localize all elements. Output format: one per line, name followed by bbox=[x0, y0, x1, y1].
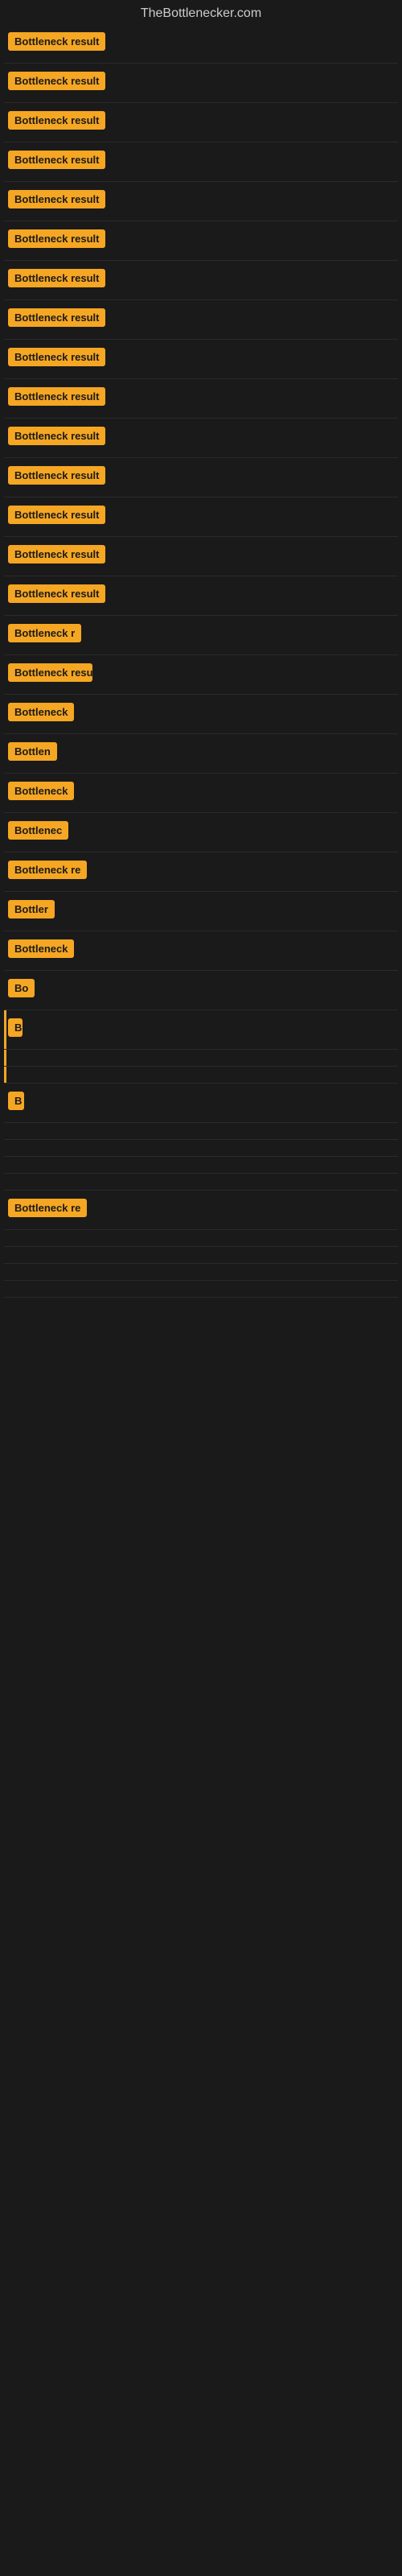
list-item[interactable] bbox=[4, 1281, 398, 1298]
list-item[interactable]: Bottleneck result bbox=[4, 340, 398, 379]
list-item[interactable]: Bottleneck re bbox=[4, 852, 398, 892]
list-item[interactable]: Bottler bbox=[4, 892, 398, 931]
list-item[interactable] bbox=[4, 1230, 398, 1247]
list-item[interactable]: Bottleneck result bbox=[4, 419, 398, 458]
list-item[interactable] bbox=[4, 1247, 398, 1264]
bottleneck-badge: Bottleneck re bbox=[8, 861, 87, 879]
bottleneck-badge: Bottleneck bbox=[8, 939, 74, 958]
bottleneck-badge: Bottleneck result bbox=[8, 151, 105, 169]
site-title: TheBottlenecker.com bbox=[0, 0, 402, 24]
list-item[interactable] bbox=[4, 1157, 398, 1174]
bottleneck-badge: Bottleneck bbox=[8, 782, 74, 800]
bottleneck-list: Bottleneck result Bottleneck result Bottle… bbox=[0, 24, 402, 1298]
bottleneck-badge: Bottleneck r bbox=[8, 624, 81, 642]
bottleneck-badge: Bottleneck result bbox=[8, 190, 105, 208]
bottleneck-badge: Bottleneck result bbox=[8, 348, 105, 366]
bottleneck-badge: Bottleneck result bbox=[8, 269, 105, 287]
bottleneck-badge: Bottleneck result bbox=[8, 584, 105, 603]
list-item[interactable]: Bottleneck result bbox=[4, 379, 398, 419]
bottleneck-badge: Bottleneck re bbox=[8, 1199, 87, 1217]
bottleneck-badge: Bottlenec bbox=[8, 821, 68, 840]
list-item[interactable]: Bottleneck result bbox=[4, 221, 398, 261]
bottleneck-badge: Bottleneck result bbox=[8, 229, 105, 248]
bottleneck-badge: B bbox=[8, 1092, 24, 1110]
list-item[interactable]: Bottleneck result bbox=[4, 24, 398, 64]
list-item[interactable]: Bottleneck result bbox=[4, 261, 398, 300]
list-item[interactable]: Bottleneck bbox=[4, 931, 398, 971]
bottleneck-badge: Bottleneck result bbox=[8, 466, 105, 485]
bottleneck-badge: Bottleneck result bbox=[8, 72, 105, 90]
list-item[interactable]: Bottleneck result bbox=[4, 142, 398, 182]
list-item[interactable]: Bottleneck result bbox=[4, 537, 398, 576]
list-item[interactable]: Bottleneck re bbox=[4, 1191, 398, 1230]
list-item[interactable] bbox=[4, 1067, 398, 1084]
bottleneck-badge: B bbox=[8, 1018, 23, 1037]
list-item[interactable]: Bottleneck result bbox=[4, 300, 398, 340]
list-item[interactable]: Bottleneck bbox=[4, 695, 398, 734]
list-item[interactable]: Bottleneck result bbox=[4, 64, 398, 103]
bottleneck-badge: Bottler bbox=[8, 900, 55, 919]
bottleneck-badge: Bottlen bbox=[8, 742, 57, 761]
list-item[interactable]: Bottlen bbox=[4, 734, 398, 774]
bottleneck-badge: Bottleneck result bbox=[8, 387, 105, 406]
list-item[interactable]: Bottleneck result bbox=[4, 576, 398, 616]
bottleneck-badge: Bottleneck result bbox=[8, 308, 105, 327]
list-item[interactable]: Bottleneck result bbox=[4, 458, 398, 497]
bottleneck-badge: Bottleneck result bbox=[8, 111, 105, 130]
bottleneck-badge: Bottleneck result bbox=[8, 427, 105, 445]
list-item[interactable] bbox=[4, 1123, 398, 1140]
list-item[interactable]: Bottleneck resu bbox=[4, 655, 398, 695]
list-item[interactable]: Bottleneck result bbox=[4, 182, 398, 221]
list-item[interactable]: B bbox=[4, 1010, 398, 1050]
list-item[interactable]: Bottleneck r bbox=[4, 616, 398, 655]
bottleneck-badge: Bottleneck result bbox=[8, 32, 105, 51]
list-item[interactable] bbox=[4, 1174, 398, 1191]
list-item[interactable] bbox=[4, 1264, 398, 1281]
bottleneck-badge: Bottleneck result bbox=[8, 506, 105, 524]
bottleneck-badge: Bottleneck bbox=[8, 703, 74, 721]
list-item[interactable] bbox=[4, 1140, 398, 1157]
site-header: TheBottlenecker.com bbox=[0, 0, 402, 24]
list-item[interactable]: Bottlenec bbox=[4, 813, 398, 852]
list-item[interactable] bbox=[4, 1050, 398, 1067]
list-item[interactable]: Bottleneck bbox=[4, 774, 398, 813]
list-item[interactable]: B bbox=[4, 1084, 398, 1123]
list-item[interactable]: Bottleneck result bbox=[4, 103, 398, 142]
bottleneck-badge: Bottleneck resu bbox=[8, 663, 92, 682]
bottleneck-badge: Bottleneck result bbox=[8, 545, 105, 564]
bottleneck-badge: Bo bbox=[8, 979, 35, 997]
list-item[interactable]: Bottleneck result bbox=[4, 497, 398, 537]
list-item[interactable]: Bo bbox=[4, 971, 398, 1010]
